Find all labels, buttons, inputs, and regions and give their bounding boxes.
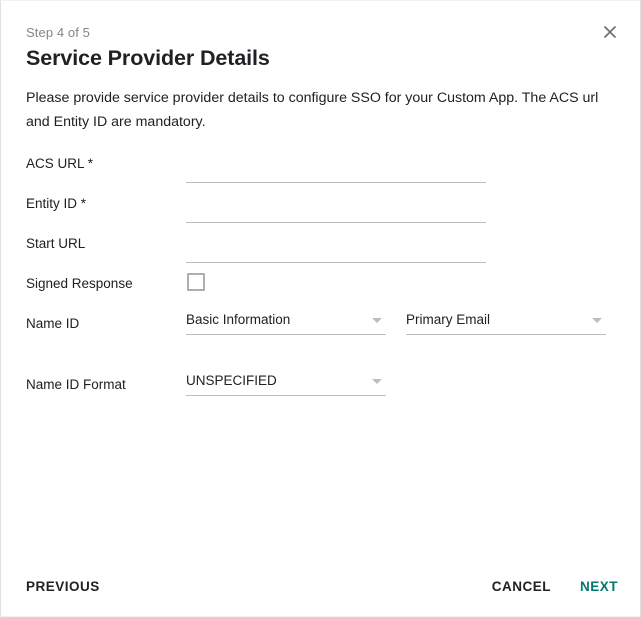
- name-id-attribute-underline: [406, 334, 606, 335]
- dialog-footer: PREVIOUS CANCEL NEXT: [1, 554, 641, 616]
- page-title: Service Provider Details: [26, 46, 270, 70]
- label-signed-response: Signed Response: [26, 276, 133, 291]
- previous-button[interactable]: PREVIOUS: [24, 574, 102, 600]
- name-id-attribute-select[interactable]: Primary Email: [406, 309, 606, 337]
- next-button[interactable]: NEXT: [578, 574, 620, 600]
- chevron-down-icon: [592, 318, 602, 323]
- name-id-format-underline: [186, 395, 386, 396]
- chevron-down-icon: [372, 379, 382, 384]
- label-acs-url: ACS URL *: [26, 156, 94, 171]
- form-row-name-id: Name ID Basic Information Primary Email: [1, 309, 641, 349]
- label-start-url: Start URL: [26, 236, 86, 251]
- name-id-format-select[interactable]: UNSPECIFIED: [186, 370, 386, 398]
- form-row-name-id-format: Name ID Format UNSPECIFIED: [1, 370, 641, 410]
- dialog-description: Please provide service provider details …: [26, 90, 599, 130]
- name-id-format-value: UNSPECIFIED: [186, 373, 277, 388]
- label-entity-id: Entity ID *: [26, 196, 87, 211]
- form-row-start-url: Start URL: [1, 229, 641, 269]
- step-indicator: Step 4 of 5: [26, 25, 90, 40]
- service-provider-details-dialog: Step 4 of 5 Service Provider Details Ple…: [0, 0, 641, 617]
- label-name-id-format: Name ID Format: [26, 377, 126, 392]
- chevron-down-icon: [372, 318, 382, 323]
- label-name-id: Name ID: [26, 316, 80, 331]
- form-row-signed-response: Signed Response: [1, 269, 641, 309]
- name-id-attribute-value: Primary Email: [406, 312, 491, 327]
- signed-response-checkbox[interactable]: [187, 273, 205, 291]
- form-row-acs-url: ACS URL *: [1, 149, 641, 189]
- acs-url-input[interactable]: [186, 157, 486, 180]
- start-url-underline: [186, 262, 486, 263]
- entity-id-input[interactable]: [186, 197, 486, 220]
- entity-id-underline: [186, 222, 486, 223]
- cancel-button[interactable]: CANCEL: [490, 574, 553, 600]
- form-row-entity-id: Entity ID *: [1, 189, 641, 229]
- close-icon[interactable]: [597, 19, 623, 45]
- service-provider-form: ACS URL * Entity ID * Start URL Signed R…: [1, 149, 641, 410]
- start-url-input[interactable]: [186, 237, 486, 260]
- name-id-category-select[interactable]: Basic Information: [186, 309, 386, 337]
- acs-url-underline: [186, 182, 486, 183]
- name-id-category-underline: [186, 334, 386, 335]
- form-row-spacer: [1, 349, 641, 370]
- name-id-category-value: Basic Information: [186, 312, 291, 327]
